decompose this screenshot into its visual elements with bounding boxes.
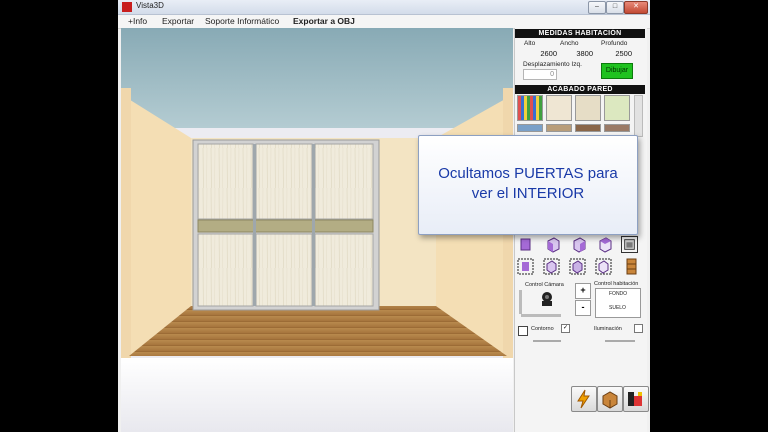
swatch-dark-brown[interactable] xyxy=(604,124,630,132)
wardrobe[interactable] xyxy=(192,139,380,311)
ceiling xyxy=(121,28,513,128)
lightning-button[interactable] xyxy=(571,386,597,412)
swatch-scrollbar[interactable] xyxy=(634,95,643,137)
title-bar: Vista3D – □ ✕ xyxy=(118,0,650,15)
tools-button[interactable] xyxy=(623,386,649,412)
swatch-tan[interactable] xyxy=(546,124,572,132)
select-left-icon[interactable] xyxy=(543,258,560,275)
profundo-value[interactable]: 2500 xyxy=(597,49,632,58)
camera-vertical-slider[interactable] xyxy=(519,290,522,314)
select-front-icon[interactable] xyxy=(517,258,534,275)
camera-control-label: Control Cámara xyxy=(525,282,564,288)
zoom-in-button[interactable]: + xyxy=(575,283,591,299)
select-top-icon[interactable] xyxy=(595,258,612,275)
dibujar-button[interactable]: Dibujar xyxy=(601,63,633,79)
room-control-label: Control habitación xyxy=(594,281,639,287)
alto-label: Alto xyxy=(524,40,536,47)
swatch-multicolor[interactable] xyxy=(517,95,543,121)
callout-line-1: Ocultamos PUERTAS para xyxy=(438,165,618,182)
iluminacion-slider[interactable] xyxy=(605,340,635,342)
iluminacion-checkbox[interactable] xyxy=(634,324,643,333)
wall-finish-header: ACABADO PARED xyxy=(515,85,645,94)
camera-icon[interactable] xyxy=(537,289,557,309)
camera-horizontal-slider[interactable] xyxy=(521,314,561,317)
app-icon xyxy=(122,2,132,12)
menu-info[interactable]: +Info xyxy=(128,16,147,26)
menu-exportar-obj[interactable]: Exportar a OBJ xyxy=(293,16,355,26)
maximize-button[interactable]: □ xyxy=(606,1,624,14)
view-right-icon[interactable] xyxy=(571,236,588,253)
swatch-blue[interactable] xyxy=(517,124,543,132)
contorno-label: Contorno xyxy=(531,326,554,332)
swatch-brown[interactable] xyxy=(575,124,601,132)
hide-doors-icon[interactable] xyxy=(621,236,638,253)
desplazamiento-input[interactable]: 0 xyxy=(523,69,557,80)
wardrobe-icon xyxy=(602,391,618,409)
view-top-icon[interactable] xyxy=(597,236,614,253)
iluminacion-label: Iluminación xyxy=(594,326,622,332)
menu-exportar[interactable]: Exportar xyxy=(162,16,194,26)
close-button[interactable]: ✕ xyxy=(624,1,648,14)
menu-soporte[interactable]: Soporte Informático xyxy=(205,16,279,26)
lightning-icon xyxy=(577,389,590,409)
contorno-slider[interactable] xyxy=(533,340,561,342)
room-control-box[interactable]: FONDO SUELO xyxy=(595,288,641,318)
callout-line-2: ver el INTERIOR xyxy=(471,185,585,202)
menu-bar: +Info Exportar Soporte Informático Expor… xyxy=(118,15,650,29)
swatch-light-green[interactable] xyxy=(604,95,630,121)
callout-tooltip: Ocultamos PUERTAS para ver el INTERIOR xyxy=(418,135,638,235)
zoom-out-button[interactable]: - xyxy=(575,300,591,316)
ancho-label: Ancho xyxy=(560,40,579,47)
room-measures-header: MEDIDAS HABITACIÓN xyxy=(515,29,645,38)
fondo-label: FONDO xyxy=(609,291,628,297)
suelo-label: SUELO xyxy=(609,305,626,311)
select-right-icon[interactable] xyxy=(569,258,586,275)
desplazamiento-label: Desplazamiento Izq. xyxy=(523,61,582,68)
alto-value[interactable]: 2600 xyxy=(523,49,557,58)
view-left-icon[interactable] xyxy=(545,236,562,253)
view-front-icon[interactable] xyxy=(517,236,534,253)
swatch-cream[interactable] xyxy=(575,95,601,121)
furniture-button[interactable] xyxy=(597,386,623,412)
callout-text: Ocultamos PUERTAS para ver el INTERIOR xyxy=(423,164,633,204)
ruler-icon xyxy=(628,392,642,406)
window-title: Vista3D xyxy=(136,1,164,10)
contorno-checkbox[interactable]: ✓ xyxy=(561,324,570,333)
ancho-value[interactable]: 3800 xyxy=(559,49,593,58)
profundo-label: Profundo xyxy=(601,40,628,47)
minimize-button[interactable]: – xyxy=(588,1,606,14)
shelf-icon[interactable] xyxy=(623,258,640,275)
contorno-box[interactable] xyxy=(518,326,528,336)
swatch-beige[interactable] xyxy=(546,95,572,121)
